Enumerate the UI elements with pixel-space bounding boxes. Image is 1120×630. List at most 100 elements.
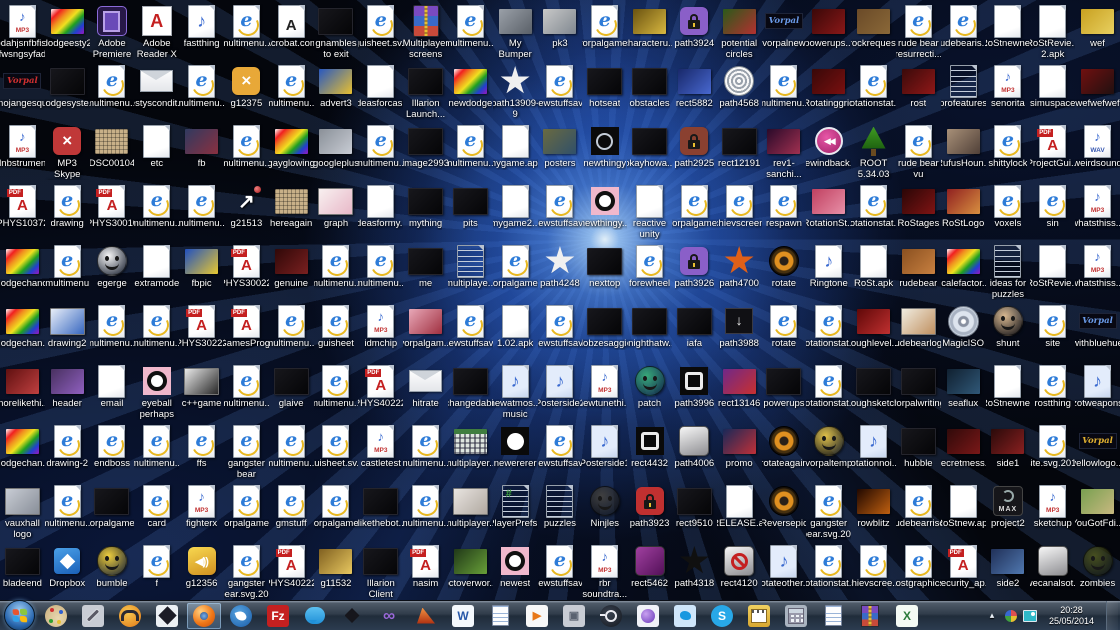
desktop-icon[interactable]: e rotate: [762, 300, 807, 360]
calculator[interactable]: [779, 603, 813, 629]
desktop-icon[interactable]: path4700: [717, 240, 762, 300]
desktop-icon[interactable]: puzzles: [538, 480, 583, 540]
desktop-icon[interactable]: DSC00104: [90, 120, 134, 180]
desktop-icon[interactable]: e shittylock: [986, 120, 1031, 180]
desktop-icon[interactable]: Reversepic: [762, 480, 806, 540]
desktop-icon[interactable]: RoStRevie...: [1030, 240, 1075, 300]
desktop-icon[interactable]: newdodge: [448, 60, 493, 120]
desktop-icon[interactable]: ♪MP3whatsthiss...: [1075, 240, 1120, 300]
audacity[interactable]: [113, 603, 147, 629]
desktop-icon[interactable]: googleplus: [314, 120, 358, 180]
desktop-icon[interactable]: ♪ MP3 castletest: [358, 420, 403, 480]
desktop-icon[interactable]: rudebear: [896, 240, 941, 300]
desktop-icon[interactable]: dodgechan...: [0, 300, 45, 360]
desktop-icon[interactable]: PDFAPHYS30222: [179, 300, 224, 360]
desktop-icon[interactable]: ♪MP3whatsthiss...: [1075, 180, 1120, 240]
desktop-icon[interactable]: Illarion Launch...: [403, 60, 448, 120]
desktop-icon[interactable]: erotationstat...: [806, 540, 851, 600]
desktop-icon[interactable]: potential circles: [717, 0, 762, 60]
skype[interactable]: S: [705, 603, 739, 629]
desktop-icon[interactable]: evorpalgame...: [314, 480, 358, 540]
desktop-icon[interactable]: genuine: [269, 240, 314, 300]
desktop-icon[interactable]: me: [403, 240, 448, 300]
desktop-icon[interactable]: side2: [986, 540, 1031, 600]
desktop-icon[interactable]: emultimenu...: [358, 240, 403, 300]
desktop-icon[interactable]: rect9510: [672, 480, 717, 540]
word[interactable]: W: [446, 603, 480, 629]
desktop-icon[interactable]: path4006: [672, 420, 717, 480]
paint[interactable]: [39, 603, 73, 629]
desktop-icon[interactable]: graph: [314, 180, 359, 240]
desktop-icon[interactable]: evorpalgame...: [582, 0, 627, 60]
desktop-icon[interactable]: reactive unity: [627, 180, 672, 240]
desktop-icon[interactable]: enewstuffsave: [538, 60, 582, 120]
matlab[interactable]: [409, 603, 443, 629]
desktop-icon[interactable]: pits: [448, 180, 493, 240]
desktop-icon[interactable]: PDFAPHYS4022212: [358, 360, 403, 420]
desktop-icon[interactable]: nexttop: [582, 240, 627, 300]
desktop-icon[interactable]: dodgesyste...: [45, 60, 90, 120]
desktop-icon[interactable]: mything: [403, 180, 448, 240]
desktop-icon[interactable]: erudebearis...: [941, 0, 986, 60]
desktop-icon[interactable]: rect5462: [627, 540, 672, 600]
desktop-icon[interactable]: Vorpalmojangesque: [0, 60, 45, 120]
desktop-icon[interactable]: e rude bear resurrecti...: [896, 0, 941, 60]
desktop-icon[interactable]: ♪ fastthing: [179, 0, 224, 60]
desktop-icon[interactable]: path3996: [672, 360, 717, 420]
desktop-icon[interactable]: rect13146: [717, 360, 762, 420]
desktop-icon[interactable]: multiplayer...: [448, 480, 493, 540]
desktop-icon[interactable]: characteru...: [627, 0, 672, 60]
desktop-icon[interactable]: egangster bear.svg.20...: [806, 480, 851, 540]
desktop-icon[interactable]: zombies: [1075, 540, 1120, 600]
hidden-icons-icon[interactable]: ▴: [985, 609, 999, 623]
desktop-icon[interactable]: bumble: [90, 540, 135, 600]
twitter[interactable]: [668, 603, 702, 629]
desktop-icon[interactable]: egangster bear.svg.20...: [224, 540, 269, 600]
desktop-icon[interactable]: vauxhall logo: [0, 480, 45, 540]
desktop-icon[interactable]: mygame2...: [493, 180, 538, 240]
desktop-icon[interactable]: emultimenu...: [403, 480, 448, 540]
desktop-icon[interactable]: drawing2: [45, 300, 90, 360]
desktop-icon[interactable]: rowblitz: [851, 480, 896, 540]
messenger[interactable]: [298, 603, 332, 629]
desktop-icon[interactable]: newest: [493, 540, 538, 600]
desktop-icon[interactable]: e forewheel: [627, 240, 672, 300]
desktop-icon[interactable]: newthingy...: [582, 180, 627, 240]
desktop-icon[interactable]: changedabit: [448, 360, 493, 420]
desktop-icon[interactable]: Dropbox: [45, 540, 90, 600]
photo-viewer[interactable]: [631, 603, 665, 629]
desktop-icon[interactable]: path2925: [672, 120, 717, 180]
desktop-icon[interactable]: YouGotFdi...: [1075, 480, 1120, 540]
desktop-icon[interactable]: evorpalgame...: [672, 180, 717, 240]
desktop-icon[interactable]: secretmess...: [941, 420, 986, 480]
desktop-icon[interactable]: PDFAProjectGui...: [1030, 120, 1075, 180]
desktop-icon[interactable]: echievscree...: [851, 540, 896, 600]
desktop-icon[interactable]: dobzesaggin...: [582, 300, 627, 360]
desktop-icon[interactable]: PDF Anasim: [403, 540, 448, 600]
desktop-icon[interactable]: wef: [1075, 0, 1120, 60]
desktop-icon[interactable]: × g12375: [224, 60, 269, 120]
desktop-icon[interactable]: hitrate: [403, 360, 448, 420]
desktop-icon[interactable]: ♪MP3dnbstrument: [0, 120, 45, 180]
desktop-icon[interactable]: shunt: [986, 300, 1031, 360]
graphics-editor[interactable]: [76, 603, 110, 629]
desktop-icon[interactable]: MAX project2: [986, 480, 1031, 540]
desktop-icon[interactable]: RoStRevie... 2.apk: [1030, 0, 1075, 60]
desktop-icon[interactable]: emultimenu...: [224, 0, 269, 60]
desktop-icon[interactable]: ♪Posterside2: [538, 360, 582, 420]
desktop-icon[interactable]: wecanalsot...: [1030, 540, 1075, 600]
desktop-icon[interactable]: e respawn: [762, 180, 807, 240]
desktop-icon[interactable]: eyeball perhaps: [134, 360, 179, 420]
desktop-icon[interactable]: header: [45, 360, 90, 420]
desktop-icon[interactable]: ♪ MP3 fighterx: [179, 480, 224, 540]
desktop-icon[interactable]: enewstuffsav...: [538, 540, 582, 600]
desktop-icon[interactable]: profeatures: [941, 60, 986, 120]
desktop-icon[interactable]: RoStLogo: [941, 180, 986, 240]
desktop-icon[interactable]: PDFAPHYS3002209: [224, 240, 269, 300]
desktop-icon[interactable]: PDFAGamesProg...: [224, 300, 269, 360]
desktop-icon[interactable]: PDFAPHYS30010: [90, 180, 134, 240]
desktop-icon[interactable]: posters: [538, 120, 583, 180]
desktop-icon[interactable]: newthingy: [582, 120, 627, 180]
desktop-icon[interactable]: emultimenu...: [314, 360, 358, 420]
desktop-icon[interactable]: dodgechan...: [0, 420, 45, 480]
